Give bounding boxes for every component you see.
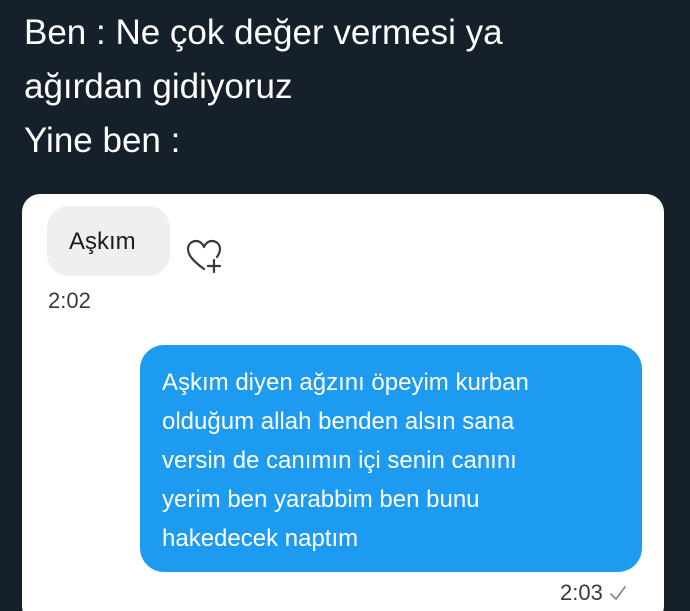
outgoing-status: 2:03 [560, 580, 627, 606]
outgoing-message-line: hakedecek naptım [162, 525, 359, 552]
caption-line: Yine ben : [24, 121, 181, 160]
caption-text: Ben : Ne çok değer vermesi ya ağırdan gi… [24, 6, 664, 168]
outgoing-message-bubble[interactable]: Aşkım diyen ağzını öpeyim kurban olduğum… [140, 345, 642, 572]
incoming-timestamp: 2:02 [48, 288, 91, 313]
outgoing-message-line: versin de canımın içi senin canını [162, 447, 517, 474]
check-icon [609, 585, 627, 601]
caption-line: ağırdan gidiyoruz [24, 67, 293, 106]
outgoing-message-line: olduğum allah benden alsın sana [162, 408, 515, 435]
incoming-message-text: Aşkım [69, 228, 136, 255]
chat-screenshot: Aşkım 2:02 Aşkım diyen ağzını öpeyim kur… [22, 194, 664, 611]
heart-plus-icon[interactable] [185, 238, 225, 274]
caption-line: Ben : Ne çok değer vermesi ya [24, 13, 503, 52]
outgoing-message-line: yerim ben yarabbim ben bunu [162, 486, 480, 513]
outgoing-message-line: Aşkım diyen ağzını öpeyim kurban [162, 369, 529, 396]
incoming-message-bubble[interactable]: Aşkım [47, 206, 170, 276]
outgoing-timestamp: 2:03 [560, 580, 603, 605]
